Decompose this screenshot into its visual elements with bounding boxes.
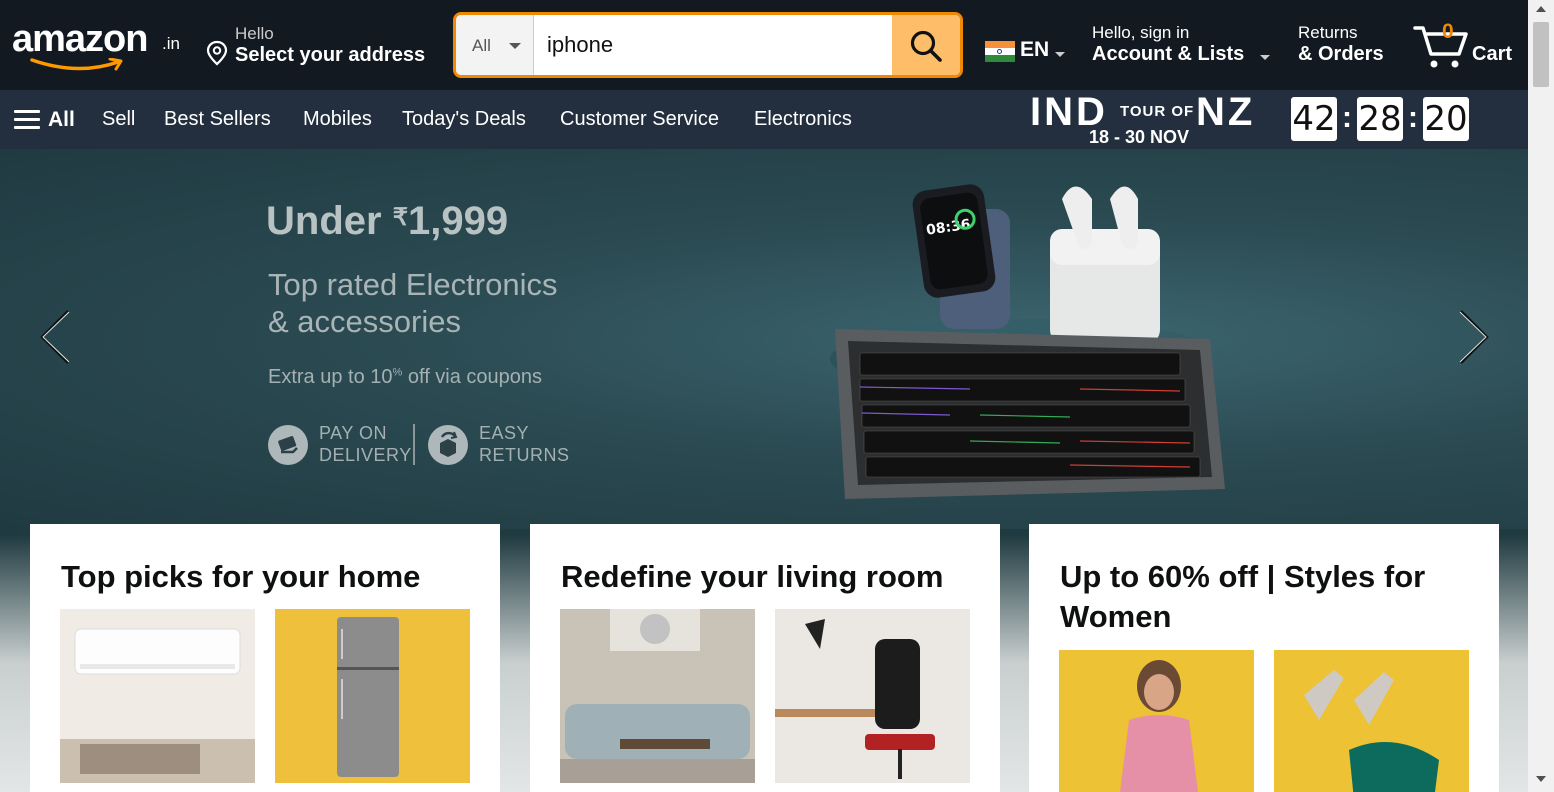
hero-headline: Under ₹1,999 bbox=[266, 199, 509, 243]
countdown-timer: 42 : 28 : 20 bbox=[1291, 97, 1469, 141]
refrigerator-image bbox=[337, 617, 399, 777]
hero-banner[interactable]: Under ₹1,999 Top rated Electronics & acc… bbox=[0, 149, 1528, 792]
orders-label: & Orders bbox=[1298, 43, 1384, 65]
search-button[interactable] bbox=[892, 15, 960, 75]
search-icon bbox=[910, 30, 942, 62]
returns-label: Returns bbox=[1298, 23, 1358, 42]
amazon-logo[interactable]: amazon .in bbox=[10, 18, 185, 74]
air-conditioner-tile[interactable] bbox=[60, 609, 255, 783]
cash-icon bbox=[268, 425, 308, 465]
cart-link[interactable]: 0 Cart bbox=[1412, 16, 1522, 74]
deliver-to-address[interactable]: Hello Select your address bbox=[205, 20, 440, 70]
search-bar: All bbox=[453, 12, 963, 78]
card-redefine-living-room[interactable]: Redefine your living room bbox=[530, 524, 1000, 792]
nav-link-todays-deals[interactable]: Today's Deals bbox=[402, 108, 526, 131]
logo-text: amazon bbox=[12, 18, 148, 60]
chevron-right-icon[interactable] bbox=[1457, 309, 1491, 365]
account-greeting: Hello, sign in bbox=[1092, 23, 1190, 42]
women-dress-image bbox=[1120, 660, 1198, 792]
logo-smile-icon bbox=[30, 58, 123, 71]
nav-link-electronics[interactable]: Electronics bbox=[754, 108, 852, 131]
card-title: Redefine your living room bbox=[561, 559, 944, 594]
sofa-image bbox=[560, 609, 755, 783]
electronics-products-image: 08:36 bbox=[830, 184, 1225, 499]
chevron-down-icon bbox=[1055, 52, 1065, 57]
ind-tour-of-nz-promo[interactable]: IND TOUR OF NZ 18 - 30 NOV bbox=[1030, 90, 1270, 149]
refrigerator-tile[interactable] bbox=[275, 609, 470, 783]
scroll-down-arrow-icon[interactable] bbox=[1536, 776, 1546, 782]
hero-offer: Extra up to 10% off via coupons bbox=[268, 366, 543, 388]
nav-link-sell[interactable]: Sell bbox=[102, 108, 135, 131]
office-chair-tile[interactable] bbox=[775, 609, 970, 783]
address-greeting: Hello bbox=[235, 24, 274, 43]
nav-link-customer-service[interactable]: Customer Service bbox=[560, 108, 719, 131]
india-flag-icon bbox=[985, 41, 1015, 62]
location-pin-icon bbox=[206, 40, 228, 66]
search-input[interactable] bbox=[536, 15, 892, 75]
hero-slide bbox=[0, 149, 1528, 529]
promo-nz: NZ bbox=[1196, 90, 1256, 134]
language-code: EN bbox=[1020, 38, 1050, 61]
footwear-bag-tile[interactable] bbox=[1274, 650, 1469, 792]
search-category-label: All bbox=[472, 36, 491, 55]
search-category-dropdown[interactable]: All bbox=[456, 15, 534, 75]
footwear-bag-image bbox=[1304, 670, 1439, 792]
pay-on-delivery-badge: PAY ON DELIVERY bbox=[268, 423, 411, 467]
promo-dates: 18 - 30 NOV bbox=[1089, 127, 1190, 147]
all-menu-label: All bbox=[48, 108, 75, 131]
returns-box-icon bbox=[428, 425, 468, 465]
women-dress-tile[interactable] bbox=[1059, 650, 1254, 792]
nav-link-best-sellers[interactable]: Best Sellers bbox=[164, 108, 271, 131]
card-title: Up to 60% off | Styles for Women bbox=[1060, 559, 1426, 634]
card-styles-for-women[interactable]: Up to 60% off | Styles for Women bbox=[1029, 524, 1499, 792]
address-prompt: Select your address bbox=[235, 44, 426, 66]
promo-tour-of: TOUR OF bbox=[1120, 103, 1195, 120]
card-top-picks-home[interactable]: Top picks for your home bbox=[30, 524, 500, 792]
sofa-tile[interactable] bbox=[560, 609, 755, 783]
language-selector[interactable]: EN bbox=[985, 38, 1075, 68]
easy-returns-badge: EASY RETURNS bbox=[428, 423, 569, 467]
timer-minutes: 28 bbox=[1357, 97, 1403, 141]
card-title: Top picks for your home bbox=[61, 559, 421, 594]
cart-icon bbox=[1413, 26, 1468, 68]
timer-seconds: 20 bbox=[1423, 97, 1469, 141]
logo-suffix: .in bbox=[162, 34, 180, 53]
timer-hours: 42 bbox=[1291, 97, 1337, 141]
hero-subheadline: Top rated Electronics & accessories bbox=[268, 267, 558, 339]
chevron-down-icon bbox=[1260, 55, 1270, 60]
account-label: Account & Lists bbox=[1092, 43, 1245, 65]
office-chair-image bbox=[775, 619, 935, 779]
chevron-down-icon bbox=[509, 43, 521, 49]
returns-orders-link[interactable]: Returns & Orders bbox=[1298, 20, 1408, 70]
air-conditioner-image bbox=[60, 628, 255, 783]
main-navbar: All Sell Best Sellers Mobiles Today's De… bbox=[0, 90, 1528, 149]
cart-count: 0 bbox=[1442, 20, 1454, 43]
divider bbox=[413, 424, 415, 465]
scrollbar-thumb[interactable] bbox=[1533, 22, 1549, 87]
chevron-left-icon[interactable] bbox=[38, 309, 72, 365]
nav-link-mobiles[interactable]: Mobiles bbox=[303, 108, 372, 131]
hamburger-icon bbox=[14, 110, 40, 130]
scroll-up-arrow-icon[interactable] bbox=[1536, 6, 1546, 12]
vertical-scrollbar[interactable] bbox=[1528, 0, 1554, 792]
cart-label: Cart bbox=[1472, 43, 1513, 65]
account-lists-menu[interactable]: Hello, sign in Account & Lists bbox=[1092, 20, 1277, 70]
top-navbar: amazon .in Hello Select your address All bbox=[0, 0, 1528, 90]
